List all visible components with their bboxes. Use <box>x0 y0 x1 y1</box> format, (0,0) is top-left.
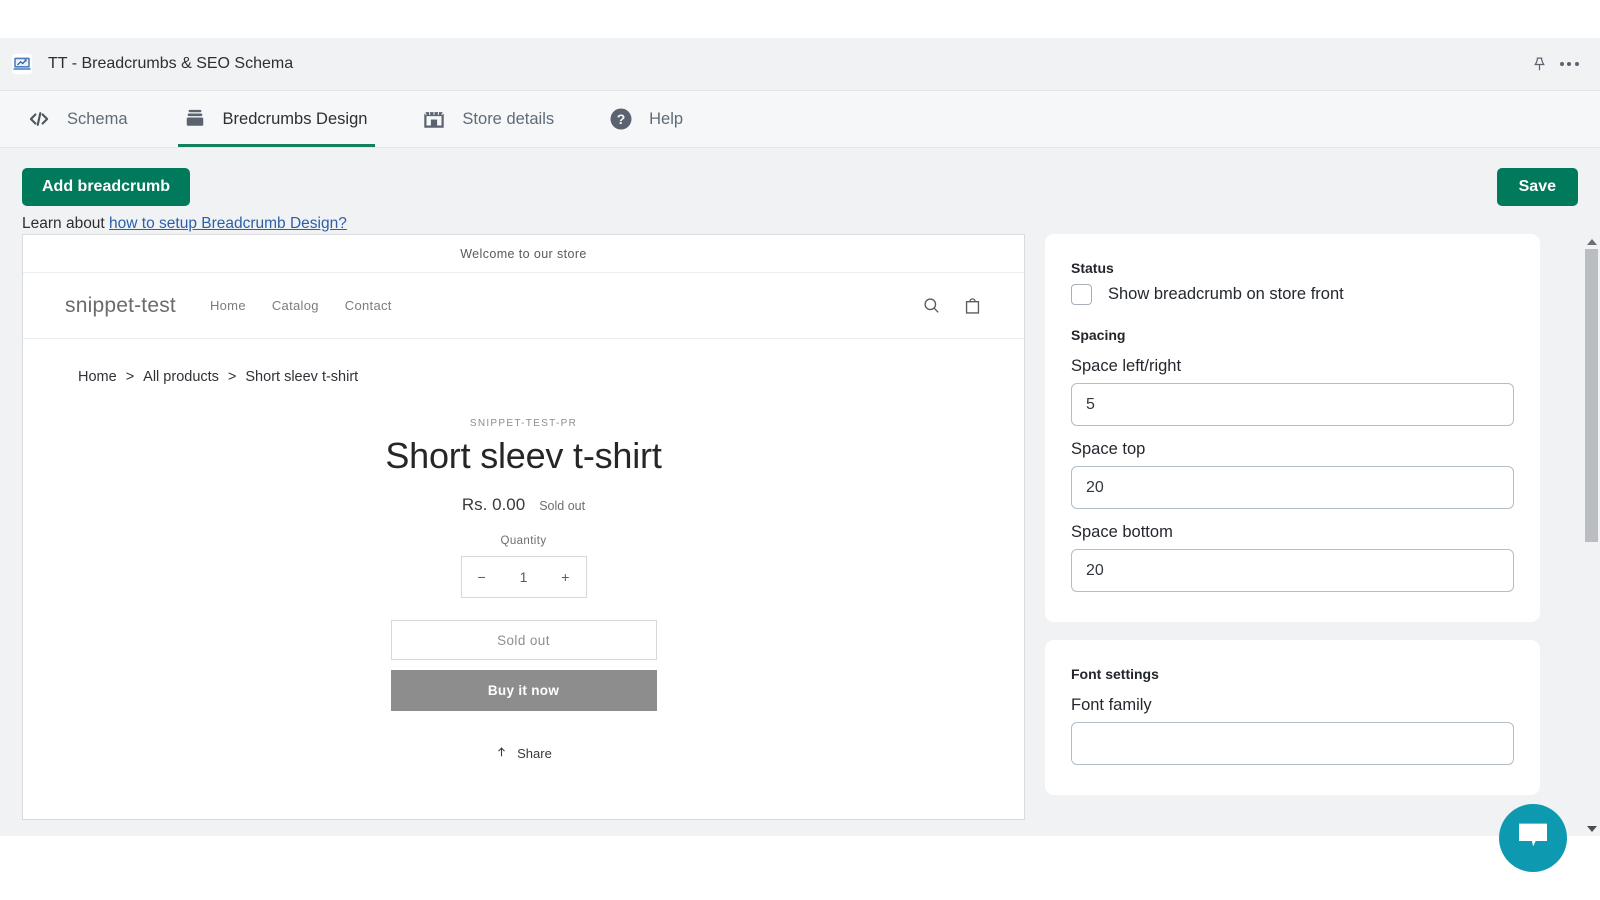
question-circle-icon: ? <box>608 106 634 132</box>
scroll-up-arrow-icon[interactable] <box>1583 234 1600 249</box>
share-icon <box>495 745 508 762</box>
learn-about-prefix: Learn about <box>22 215 109 232</box>
breadcrumb-item-0[interactable]: Home <box>78 369 117 385</box>
tab-strip: Schema Bredcrumbs Design <box>0 90 1600 148</box>
product-price: Rs. 0.00 <box>462 495 525 515</box>
store-logo: snippet-test <box>65 294 176 318</box>
storefront-nav-catalog[interactable]: Catalog <box>272 298 319 313</box>
tab-breadcrumbs-design-label: Bredcrumbs Design <box>223 110 368 129</box>
search-icon[interactable] <box>922 296 941 315</box>
stock-status-badge: Sold out <box>539 499 585 513</box>
space-top-input[interactable] <box>1071 466 1514 509</box>
action-row: Add breadcrumb Learn about how to setup … <box>0 148 1600 234</box>
space-top-label: Space top <box>1071 440 1514 459</box>
space-bottom-label: Space bottom <box>1071 523 1514 542</box>
tab-schema[interactable]: Schema <box>22 91 150 147</box>
space-left-right-input[interactable] <box>1071 383 1514 426</box>
font-family-input[interactable] <box>1071 722 1514 765</box>
storefront-preview: Welcome to our store snippet-test Home C… <box>22 234 1025 820</box>
quantity-value: 1 <box>520 569 528 585</box>
storefront-nav-contact[interactable]: Contact <box>345 298 392 313</box>
save-button[interactable]: Save <box>1497 168 1578 206</box>
quantity-decrement-button[interactable]: − <box>478 569 486 585</box>
space-bottom-input[interactable] <box>1071 549 1514 592</box>
share-label: Share <box>517 746 552 761</box>
screen-root: TT - Breadcrumbs & SEO Schema <box>0 0 1600 900</box>
space-left-right-label: Space left/right <box>1071 357 1514 376</box>
breadcrumb-separator: > <box>126 369 134 385</box>
main-content: Welcome to our store snippet-test Home C… <box>0 234 1600 836</box>
scrollbar-track[interactable] <box>1583 249 1600 821</box>
status-heading: Status <box>1071 260 1514 276</box>
breadcrumb-stack-icon <box>182 106 208 132</box>
quantity-increment-button[interactable]: + <box>561 569 569 585</box>
storefront-header-icons <box>922 296 982 316</box>
sold-out-button: Sold out <box>391 620 657 660</box>
breadcrumb-item-2: Short sleev t-shirt <box>245 369 358 385</box>
chat-bubble-icon <box>1516 821 1550 856</box>
tab-help[interactable]: ? Help <box>604 91 705 147</box>
storefront-nav: Home Catalog Contact <box>210 298 392 313</box>
scrollbar-thumb[interactable] <box>1585 249 1598 542</box>
storefront-nav-home[interactable]: Home <box>210 298 246 313</box>
tab-breadcrumbs-design[interactable]: Bredcrumbs Design <box>178 91 390 147</box>
product-detail: SNIPPET-TEST-PR Short sleev t-shirt Rs. … <box>23 385 1024 819</box>
chat-launcher-button[interactable] <box>1499 804 1567 872</box>
breadcrumb-item-1[interactable]: All products <box>143 369 219 385</box>
product-title: Short sleev t-shirt <box>385 435 661 477</box>
app-title: TT - Breadcrumbs & SEO Schema <box>48 55 293 73</box>
settings-panel: Status Show breadcrumb on store front Sp… <box>1045 234 1540 820</box>
product-price-row: Rs. 0.00 Sold out <box>462 495 585 515</box>
shopping-bag-icon[interactable] <box>963 296 982 316</box>
add-breadcrumb-button[interactable]: Add breadcrumb <box>22 168 190 206</box>
storefront-header: snippet-test Home Catalog Contact <box>23 273 1024 339</box>
svg-text:?: ? <box>617 111 626 127</box>
buy-it-now-button[interactable]: Buy it now <box>391 670 657 711</box>
scroll-down-arrow-icon[interactable] <box>1583 821 1600 836</box>
share-button[interactable]: Share <box>495 745 552 762</box>
app-window-icon <box>10 52 34 76</box>
show-breadcrumb-label: Show breadcrumb on store front <box>1108 285 1344 304</box>
show-breadcrumb-checkbox[interactable] <box>1071 284 1092 305</box>
quantity-label: Quantity <box>500 535 546 547</box>
font-settings-heading: Font settings <box>1071 666 1514 682</box>
spacing-heading: Spacing <box>1071 327 1514 343</box>
show-breadcrumb-row[interactable]: Show breadcrumb on store front <box>1071 284 1514 305</box>
tab-store-details-label: Store details <box>462 110 554 129</box>
quantity-stepper[interactable]: − 1 + <box>461 556 587 598</box>
learn-about-line: Learn about how to setup Breadcrumb Desi… <box>22 215 1578 233</box>
tab-store-details[interactable]: Store details <box>417 91 576 147</box>
font-family-label: Font family <box>1071 696 1514 715</box>
spacing-settings-card: Status Show breadcrumb on store front Sp… <box>1045 234 1540 622</box>
tab-help-label: Help <box>649 110 683 129</box>
product-vendor: SNIPPET-TEST-PR <box>470 418 577 429</box>
breadcrumb-separator: > <box>228 369 236 385</box>
more-options-icon[interactable] <box>1554 49 1584 79</box>
announcement-bar: Welcome to our store <box>23 235 1024 273</box>
store-icon <box>421 106 447 132</box>
pin-icon[interactable] <box>1524 49 1554 79</box>
settings-scrollbar[interactable] <box>1583 234 1600 836</box>
tab-schema-label: Schema <box>67 110 128 129</box>
title-bar: TT - Breadcrumbs & SEO Schema <box>0 38 1600 90</box>
font-settings-card: Font settings Font family <box>1045 640 1540 795</box>
breadcrumb: Home > All products > Short sleev t-shir… <box>23 339 1024 385</box>
app-window: TT - Breadcrumbs & SEO Schema <box>0 38 1600 836</box>
breadcrumb-setup-link[interactable]: how to setup Breadcrumb Design? <box>109 215 347 232</box>
code-icon <box>26 106 52 132</box>
